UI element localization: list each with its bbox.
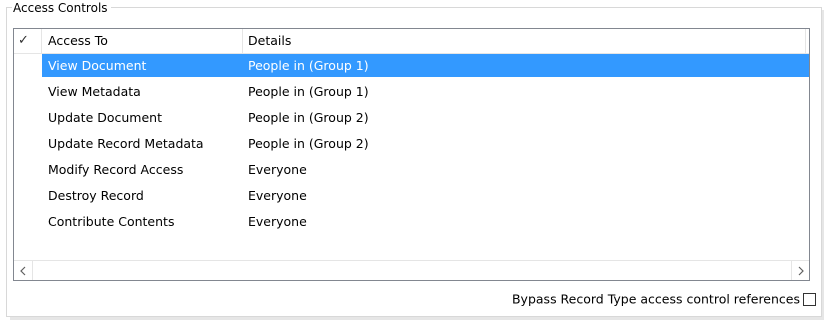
check-column-header[interactable]: ✓ <box>18 29 38 53</box>
access-to-cell: Modify Record Access <box>48 162 184 177</box>
details-cell: People in (Group 2) <box>248 136 369 151</box>
chevron-left-icon[interactable] <box>14 261 33 280</box>
bypass-label[interactable]: Bypass Record Type access control refere… <box>512 292 800 307</box>
details-cell: People in (Group 1) <box>248 58 369 73</box>
list-row[interactable]: Update Record Metadata People in (Group … <box>14 132 809 158</box>
access-to-cell: View Document <box>48 58 147 73</box>
list-row[interactable]: View Metadata People in (Group 1) <box>14 80 809 106</box>
access-to-cell: Destroy Record <box>48 188 144 203</box>
group-title: Access Controls <box>12 1 111 14</box>
chevron-right-icon[interactable] <box>791 261 809 280</box>
bypass-option[interactable]: Bypass Record Type access control refere… <box>512 291 816 307</box>
panel-shadow-bottom <box>10 317 824 320</box>
access-to-cell: View Metadata <box>48 84 141 99</box>
selection-highlight <box>42 54 809 77</box>
access-to-cell: Update Record Metadata <box>48 136 204 151</box>
list-row[interactable]: Update Document People in (Group 2) <box>14 106 809 132</box>
column-separator[interactable] <box>805 29 806 53</box>
access-to-cell: Update Document <box>48 110 163 125</box>
list-rows: View Document People in (Group 1) View M… <box>14 54 809 236</box>
details-cell: Everyone <box>248 162 307 177</box>
access-controls-list[interactable]: ✓ Access To Details View Document People… <box>13 28 810 281</box>
list-row[interactable]: Destroy Record Everyone <box>14 184 809 210</box>
details-cell: Everyone <box>248 188 307 203</box>
details-column-header[interactable]: Details <box>248 29 291 53</box>
list-row[interactable]: Contribute Contents Everyone <box>14 210 809 236</box>
horizontal-scrollbar[interactable] <box>14 260 809 280</box>
access-to-cell: Contribute Contents <box>48 214 175 229</box>
details-cell: Everyone <box>248 214 307 229</box>
column-separator[interactable] <box>41 29 42 53</box>
bypass-checkbox[interactable] <box>803 293 816 306</box>
details-cell: People in (Group 1) <box>248 84 369 99</box>
details-cell: People in (Group 2) <box>248 110 369 125</box>
list-header: ✓ Access To Details <box>14 29 809 54</box>
list-row[interactable]: View Document People in (Group 1) <box>14 54 809 80</box>
list-row[interactable]: Modify Record Access Everyone <box>14 158 809 184</box>
access-to-column-header[interactable]: Access To <box>48 29 108 53</box>
column-separator[interactable] <box>242 29 243 53</box>
